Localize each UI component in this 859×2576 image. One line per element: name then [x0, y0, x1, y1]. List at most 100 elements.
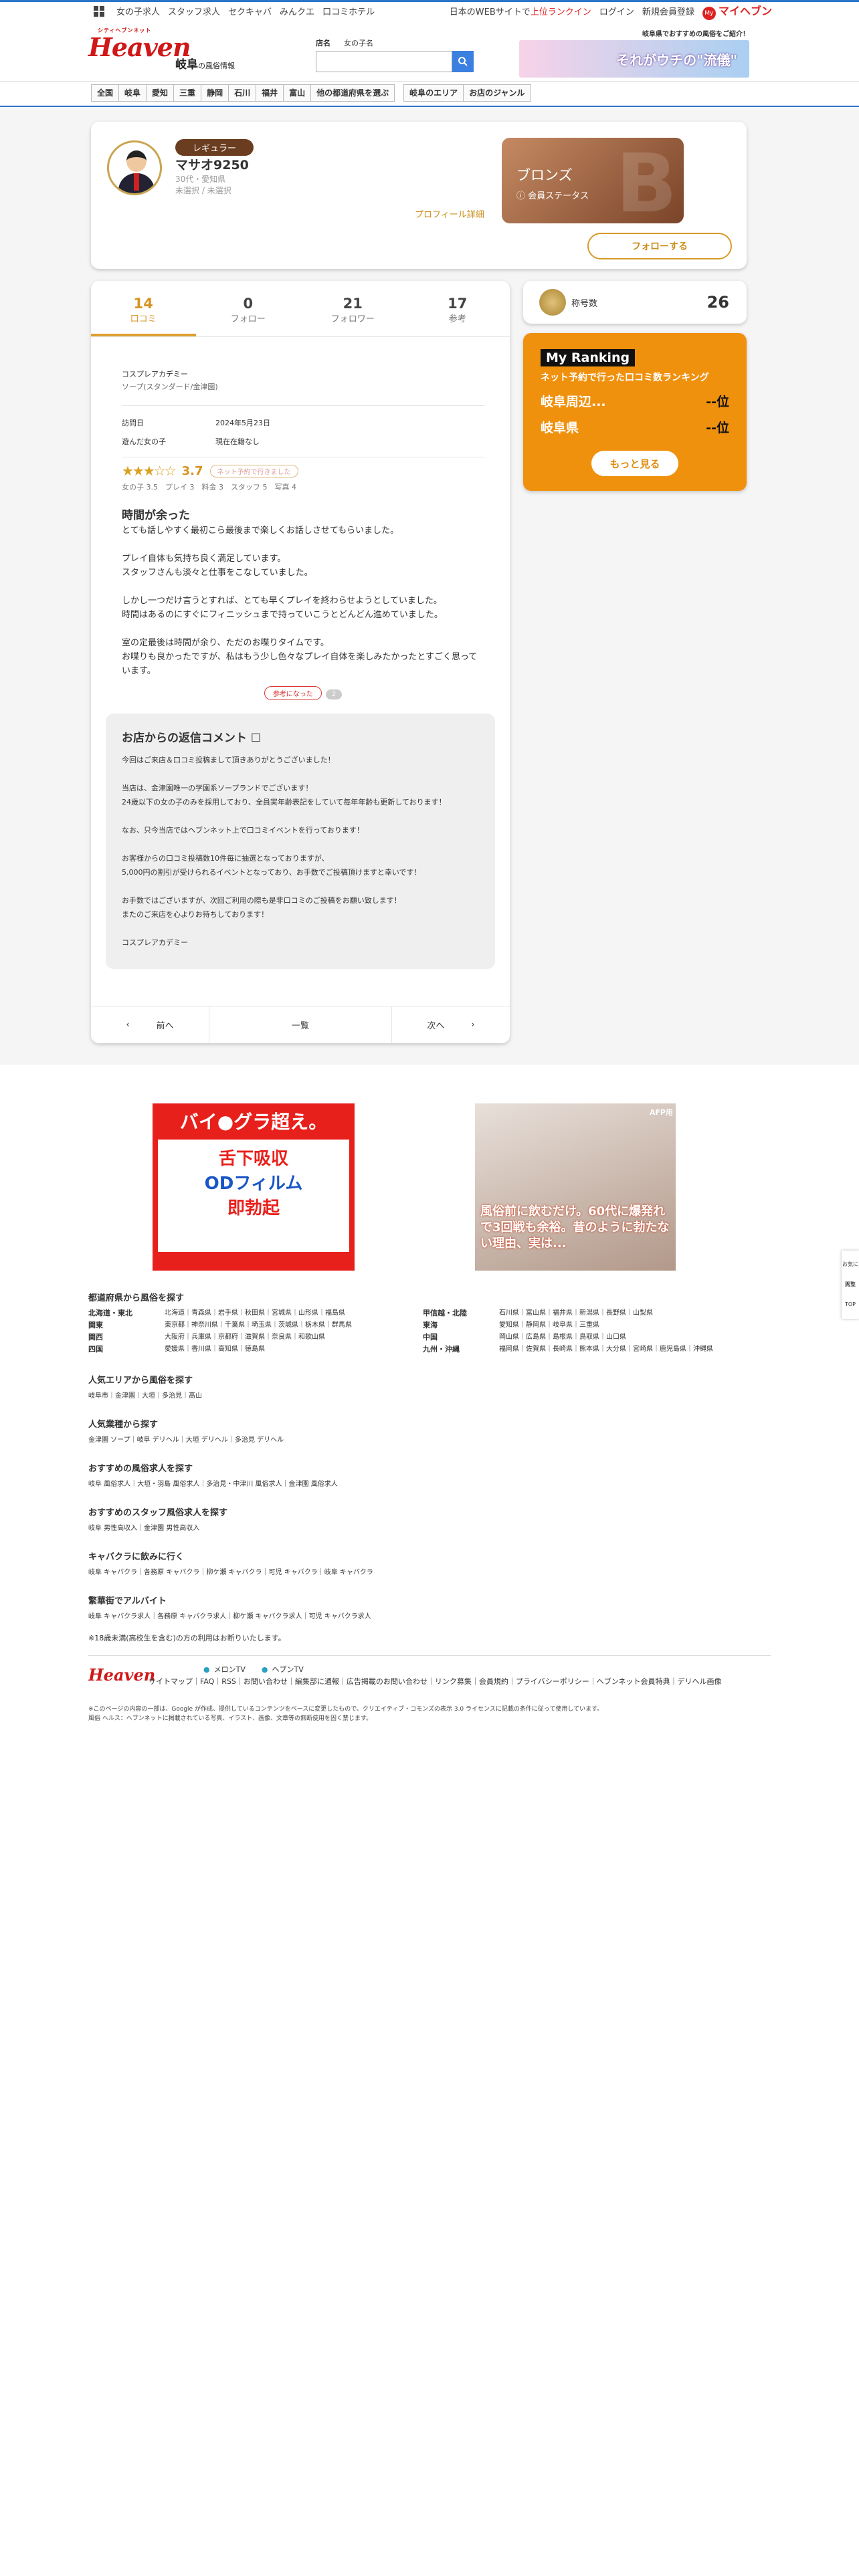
- util-link[interactable]: セクキャバ: [228, 5, 272, 17]
- util-link[interactable]: 女の子求人: [116, 5, 160, 17]
- footer-links[interactable]: 岐阜 キャバクラ求人｜各務原 キャバクラ求人｜柳ケ瀬 キャバクラ求人｜可児 キャ…: [88, 1610, 771, 1620]
- header-banner[interactable]: それがウチの"流儀": [519, 40, 749, 78]
- region-row: 九州・沖縄 福岡県｜佐賀県｜長崎県｜熊本県｜大分県｜宮崎県｜鹿児島県｜沖縄県: [423, 1345, 713, 1354]
- main-nav: 全国 岐阜 愛知 三重 静岡 石川 福井 富山 他の都道府県を選ぶ 岐阜のエリア…: [0, 84, 859, 102]
- visit-date: 訪問日 2024年5月23日: [122, 419, 270, 427]
- nav-tab[interactable]: 岐阜: [118, 84, 147, 102]
- user-rank-badge: レギュラー: [175, 139, 254, 156]
- nav-tab[interactable]: 三重: [173, 84, 202, 102]
- review-card: 14 口コミ 0 フォロー 21 フォロワー 17 参考 コスプレアカデミー ソープ(スタ…: [91, 281, 510, 1043]
- tab-following[interactable]: 0 フォロー: [196, 281, 301, 336]
- tab-helpful[interactable]: 17 参考: [405, 281, 510, 336]
- footer-logo[interactable]: Heaven: [88, 1665, 155, 1685]
- follow-button[interactable]: フォローする: [587, 233, 732, 259]
- footer-links[interactable]: 岐阜市｜金津園｜大垣｜多治見｜高山: [88, 1390, 771, 1400]
- footer-nav[interactable]: サイトマップ｜FAQ｜RSS｜お問い合わせ｜編集部に通報｜広告掲載のお問い合わせ…: [149, 1677, 751, 1686]
- nav-tab[interactable]: 静岡: [201, 84, 229, 102]
- register-link[interactable]: 新規会員登録: [642, 5, 694, 17]
- member-status-card: B ブロンズ ⓘ 会員ステータス: [502, 138, 684, 231]
- review-title: 時間が余った: [122, 509, 190, 522]
- region-row: 北海道・東北 北海道｜青森県｜岩手県｜秋田県｜宮城県｜山形県｜福島県: [88, 1309, 345, 1317]
- chevron-left-icon: ‹: [126, 1020, 130, 1030]
- nav-tab[interactable]: 福井: [256, 84, 284, 102]
- side-float-menu: お気に入り 閲覧 TOP: [842, 1251, 859, 1319]
- stats-tabs: 14 口コミ 0 フォロー 21 フォロワー 17 参考: [91, 281, 510, 337]
- region-row: 中国 岡山県｜広島県｜島根県｜鳥取県｜山口県: [423, 1333, 626, 1341]
- login-link[interactable]: ログイン: [599, 5, 634, 17]
- shop-name[interactable]: コスプレアカデミー ソープ(スタンダード/金津園): [122, 368, 484, 393]
- footer-links[interactable]: 岐阜 キャバクラ｜各務原 キャバクラ｜柳ケ瀬 キャバクラ｜可児 キャバクラ｜岐阜…: [88, 1566, 771, 1576]
- heaven-tv-link[interactable]: ヘブンTV: [262, 1664, 303, 1675]
- profile-detail-link[interactable]: プロフィール詳細: [415, 207, 484, 220]
- my-ranking-card: My Ranking ネット予約で行った口コミ数ランキング 岐阜周辺... --位…: [523, 333, 747, 491]
- search-tab-shop[interactable]: 店名: [316, 37, 330, 48]
- region-row: 東海 愛知県｜静岡県｜岐阜県｜三重県: [423, 1321, 599, 1329]
- search-icon: [458, 57, 468, 66]
- ad-banner-left[interactable]: バイ●グラ超え。 舌下吸収 ODフィルム 即勃起: [153, 1103, 355, 1271]
- info-icon: ⓘ: [516, 191, 526, 201]
- age-notice: ※18歳未満(高校生を含む)の方の利用はお断りいたします。: [88, 1634, 286, 1642]
- my-heaven-link[interactable]: My マイヘブン: [702, 2, 772, 20]
- rating-score: 3.7: [181, 463, 203, 478]
- region-row: 関東 東京都｜神奈川県｜千葉県｜埼玉県｜茨城県｜栃木県｜群馬県: [88, 1321, 352, 1329]
- prev-button[interactable]: ‹ 前へ: [91, 1006, 209, 1043]
- search-tab-girl[interactable]: 女の子名: [344, 37, 373, 48]
- banner-caption: 岐阜県でおすすめの風俗をご紹介！: [642, 31, 749, 38]
- footer-links[interactable]: 岐阜 男性高収入｜金津園 男性高収入: [88, 1522, 771, 1532]
- copyright: ※このページの内容の一部は、Google が作成、提供しているコンテンツをベース…: [88, 1706, 603, 1722]
- melon-tv-link[interactable]: メロンTV: [203, 1664, 246, 1675]
- search-input[interactable]: [316, 51, 452, 72]
- avatar: [107, 140, 162, 195]
- next-button[interactable]: 次へ ›: [392, 1006, 510, 1043]
- nav-tab[interactable]: 岐阜のエリア: [403, 84, 464, 102]
- pagination: ‹ 前へ 一覧 次へ ›: [91, 1006, 510, 1043]
- ranking-notice: 日本のWEBサイトで上位ランクイン: [449, 7, 591, 17]
- util-link[interactable]: 口コミホテル: [322, 5, 375, 17]
- rating-row: ★★★☆☆ 3.7 ネット予約で行きました: [122, 463, 484, 479]
- user-info: 30代・愛知県 未選択 / 未選択: [175, 175, 231, 195]
- chevron-right-icon: ›: [471, 1020, 475, 1030]
- nav-divider: [0, 106, 859, 107]
- utility-bar: 女の子求人 スタッフ求人 セクキャバ みんクエ 口コミホテル 日本のWEBサイト…: [0, 2, 859, 20]
- search-box: 店名 女の子名: [316, 37, 474, 72]
- tab-reviews[interactable]: 14 口コミ: [91, 281, 196, 336]
- helpful-button[interactable]: 参考になった: [264, 686, 322, 700]
- nav-tab[interactable]: 富山: [283, 84, 312, 102]
- net-reservation-badge: ネット予約で行きました: [209, 464, 298, 477]
- nav-tab[interactable]: お店のジャンル: [463, 84, 531, 102]
- footer-links[interactable]: 岐阜 風俗求人｜大垣・羽島 風俗求人｜多治見・中津川 風俗求人｜金津園 風俗求人: [88, 1478, 771, 1488]
- nav-tab[interactable]: 愛知: [146, 84, 175, 102]
- nav-tab[interactable]: 他の都道府県を選ぶ: [310, 84, 395, 102]
- region-title: 岐阜の風俗情報: [175, 58, 235, 72]
- region-row: 四国 愛媛県｜香川県｜高知県｜徳島県: [88, 1345, 265, 1354]
- title-count: 26: [706, 293, 729, 312]
- top-icon[interactable]: TOP: [842, 1295, 859, 1315]
- region-row: 関西 大阪府｜兵庫県｜京都府｜滋賀県｜奈良県｜和歌山県: [88, 1333, 325, 1341]
- footer-links[interactable]: 金津園 ソープ｜岐阜 デリヘル｜大垣 デリヘル｜多治見 デリヘル: [88, 1434, 771, 1444]
- shop-reply: お店からの返信コメント ☐ 今回はご来店＆口コミ投稿まして頂きありがとうございま…: [106, 714, 495, 969]
- tab-followers[interactable]: 21 フォロワー: [300, 281, 405, 336]
- footer: バイ●グラ超え。 舌下吸収 ODフィルム 即勃起 AFP用 風俗前に飲むだけ。60代に…: [0, 1083, 859, 1723]
- ad-banner-right[interactable]: AFP用 風俗前に飲むだけ。60代に爆発れで3回戦も余裕。昔のように勃たない理由、…: [475, 1103, 676, 1271]
- star-rating-icon: ★★★☆☆: [122, 463, 177, 479]
- comment-icon: ☐: [250, 732, 262, 745]
- ranking-row: 岐阜県 --位: [541, 421, 729, 435]
- main-content: レギュラー マサオ9250 30代・愛知県 未選択 / 未選択 プロフィール詳細 …: [0, 108, 859, 1065]
- profile-card: レギュラー マサオ9250 30代・愛知県 未選択 / 未選択 プロフィール詳細 …: [91, 122, 747, 269]
- util-link[interactable]: スタッフ求人: [168, 5, 220, 17]
- helpful-count: 2: [325, 689, 343, 700]
- nav-tab[interactable]: 石川: [228, 84, 257, 102]
- site-header: シティヘブンネット Heaven 岐阜の風俗情報 店名 女の子名 岐阜県でおすすめの…: [0, 20, 859, 82]
- girl-played: 遊んだ女の子 現在在籍なし: [122, 437, 260, 446]
- list-button[interactable]: 一覧: [209, 1006, 392, 1043]
- title-count-card[interactable]: 称号数 26: [523, 281, 747, 324]
- favorite-icon[interactable]: お気に入り: [842, 1255, 859, 1287]
- review-body: とても話しやすく最初こら最後まで楽しくお話しさせてもらいました。 プレイ自体も気…: [122, 526, 478, 676]
- see-more-button[interactable]: もっと見る: [591, 451, 678, 476]
- ranking-row: 岐阜周辺... --位: [541, 395, 729, 409]
- history-icon[interactable]: 閲覧: [842, 1275, 859, 1295]
- nav-tab[interactable]: 全国: [91, 84, 120, 102]
- util-link[interactable]: みんクエ: [280, 5, 314, 17]
- search-button[interactable]: [452, 51, 474, 72]
- grid-menu-icon[interactable]: [94, 5, 104, 17]
